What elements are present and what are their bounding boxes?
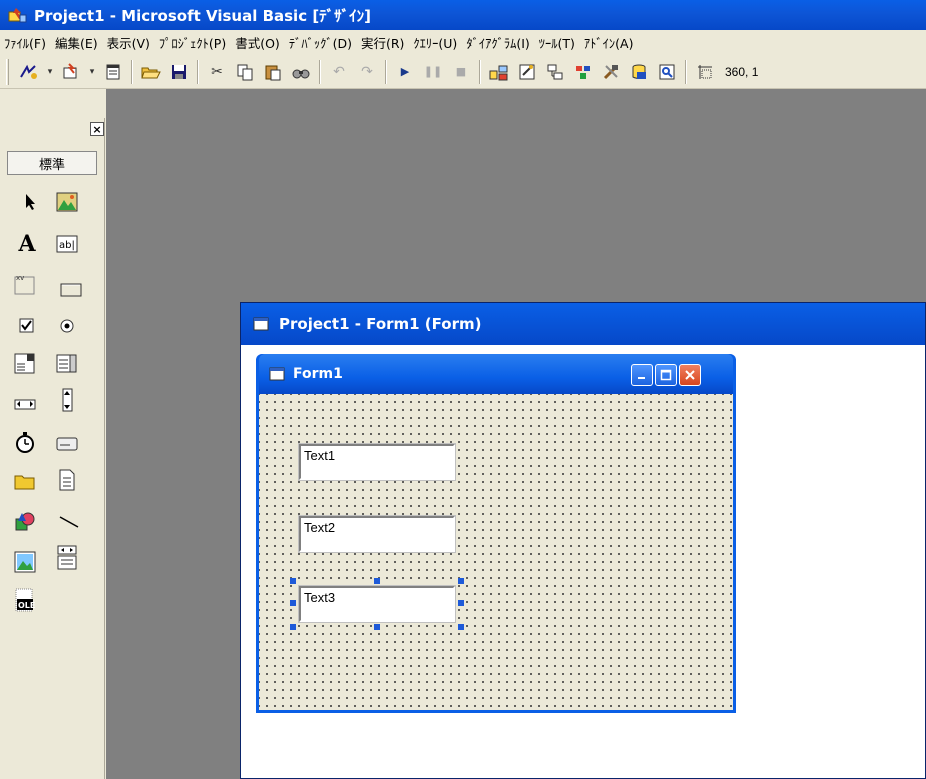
undo-icon[interactable]: ↶ (328, 61, 350, 83)
menu-query[interactable]: ｸｴﾘｰ(U) (413, 33, 457, 52)
vb-app-icon (8, 6, 28, 24)
object-browser-icon[interactable] (572, 61, 594, 83)
svg-text:OLE: OLE (18, 601, 35, 610)
toolbar-separator (385, 59, 387, 84)
redo-icon[interactable]: ↷ (356, 61, 378, 83)
form-layout-icon[interactable] (544, 61, 566, 83)
vscrollbar-icon[interactable] (54, 388, 80, 412)
menu-bar: ﾌｧｲﾙ(F) 編集(E) 表示(V) ﾌﾟﾛｼﾞｪｸﾄ(P) 書式(O) ﾃﾞ… (0, 30, 926, 55)
resize-handle-e[interactable] (458, 600, 464, 606)
menu-addins[interactable]: ｱﾄﾞｲﾝ(A) (584, 33, 634, 52)
option-button-icon[interactable] (54, 314, 80, 338)
image-icon[interactable] (12, 550, 38, 574)
filelist-icon[interactable] (54, 468, 80, 492)
resize-handle-nw[interactable] (290, 578, 296, 584)
cut-icon[interactable]: ✂ (206, 61, 228, 83)
form-window-icon (253, 317, 269, 331)
toolbox-tab-standard[interactable]: 標準 (7, 151, 97, 175)
line-icon[interactable] (56, 510, 82, 534)
resize-handle-s[interactable] (374, 624, 380, 630)
standard-toolbar: ▾ ▾ ✂ ↶ ↷ ▶ ❚❚ ■ 360, 1 (0, 55, 926, 89)
open-folder-icon[interactable] (140, 61, 162, 83)
add-project-icon[interactable] (18, 61, 40, 83)
visual-component-manager-icon[interactable] (656, 61, 678, 83)
pause-icon[interactable]: ❚❚ (422, 61, 444, 83)
properties-window-icon[interactable] (516, 61, 538, 83)
app-title: Project1 - Microsoft Visual Basic [ﾃﾞｻﾞｲ… (34, 6, 372, 25)
minimize-icon[interactable] (631, 364, 653, 386)
dropdown-arrow-icon[interactable]: ▾ (88, 61, 96, 83)
maximize-icon[interactable] (655, 364, 677, 386)
form-designer[interactable]: Form1 Text1 Text2 Text3 (256, 354, 736, 713)
command-button-icon[interactable] (58, 278, 84, 302)
project-window-title-bar[interactable]: Project1 - Form1 (Form) (241, 303, 925, 345)
timer-icon[interactable] (12, 430, 38, 454)
frame-icon[interactable]: xv (12, 272, 38, 296)
run-start-icon[interactable]: ▶ (394, 61, 416, 83)
menu-run[interactable]: 実行(R) (361, 33, 404, 52)
toolbar-grip[interactable] (6, 58, 9, 85)
menu-format[interactable]: 書式(O) (235, 33, 280, 52)
text3-textbox[interactable]: Text3 (298, 585, 456, 623)
pointer-icon[interactable] (18, 190, 44, 214)
dropdown-arrow-icon[interactable]: ▾ (46, 61, 54, 83)
toolbar-separator (479, 59, 481, 84)
hscrollbar-icon[interactable] (12, 392, 38, 416)
paste-icon[interactable] (262, 61, 284, 83)
save-icon[interactable] (168, 61, 190, 83)
data-view-icon[interactable] (628, 61, 650, 83)
shape-icon[interactable] (12, 510, 38, 534)
stop-icon[interactable]: ■ (450, 61, 472, 83)
app-title-bar[interactable]: Project1 - Microsoft Visual Basic [ﾃﾞｻﾞｲ… (0, 0, 926, 30)
listbox-icon[interactable] (54, 352, 80, 376)
add-form-icon[interactable] (60, 61, 82, 83)
drivelist-icon[interactable] (54, 432, 80, 456)
text2-textbox[interactable]: Text2 (298, 515, 456, 553)
svg-text:ab|: ab| (59, 240, 75, 251)
menu-tools[interactable]: ﾂｰﾙ(T) (539, 33, 575, 52)
resize-handle-ne[interactable] (458, 578, 464, 584)
menu-editor-icon[interactable] (102, 61, 124, 83)
project-window-title: Project1 - Form1 (Form) (279, 315, 482, 333)
label-icon[interactable]: A (14, 231, 40, 257)
toolbar-separator (685, 59, 687, 84)
resize-handle-se[interactable] (458, 624, 464, 630)
toolbar-separator (197, 59, 199, 84)
find-icon[interactable] (290, 61, 312, 83)
form-icon (269, 367, 285, 381)
menu-file[interactable]: ﾌｧｲﾙ(F) (4, 33, 46, 52)
menu-project[interactable]: ﾌﾟﾛｼﾞｪｸﾄ(P) (159, 33, 226, 52)
close-icon[interactable]: × (90, 122, 104, 136)
textbox-icon[interactable]: ab| (54, 232, 80, 256)
toolbar-separator (319, 59, 321, 84)
ole-icon[interactable]: OLE (12, 588, 38, 612)
resize-handle-w[interactable] (290, 600, 296, 606)
copy-icon[interactable] (234, 61, 256, 83)
text1-textbox[interactable]: Text1 (298, 443, 456, 481)
toolbox-icon[interactable] (600, 61, 622, 83)
svg-text:xv: xv (16, 274, 24, 282)
resize-handle-sw[interactable] (290, 624, 296, 630)
project-explorer-icon[interactable] (488, 61, 510, 83)
close-icon[interactable] (679, 364, 701, 386)
menu-view[interactable]: 表示(V) (107, 33, 150, 52)
picturebox-icon[interactable] (54, 190, 80, 214)
checkbox-icon[interactable] (14, 314, 40, 338)
position-readout: 360, 1 (725, 64, 759, 79)
data-control-icon[interactable] (54, 545, 80, 570)
dirlist-folder-icon[interactable] (12, 470, 38, 494)
menu-diagram[interactable]: ﾀﾞｲｱｸﾞﾗﾑ(I) (466, 33, 529, 52)
position-indicator-icon (694, 61, 716, 83)
toolbox-panel: × 標準 A ab| xv OLE (0, 118, 105, 779)
toolbar-separator (131, 59, 133, 84)
menu-edit[interactable]: 編集(E) (55, 33, 98, 52)
menu-debug[interactable]: ﾃﾞﾊﾞｯｸﾞ(D) (289, 33, 352, 52)
resize-handle-n[interactable] (374, 578, 380, 584)
combobox-icon[interactable] (12, 352, 38, 376)
form-title: Form1 (293, 366, 343, 382)
form-design-grid[interactable]: Text1 Text2 Text3 (259, 394, 733, 710)
